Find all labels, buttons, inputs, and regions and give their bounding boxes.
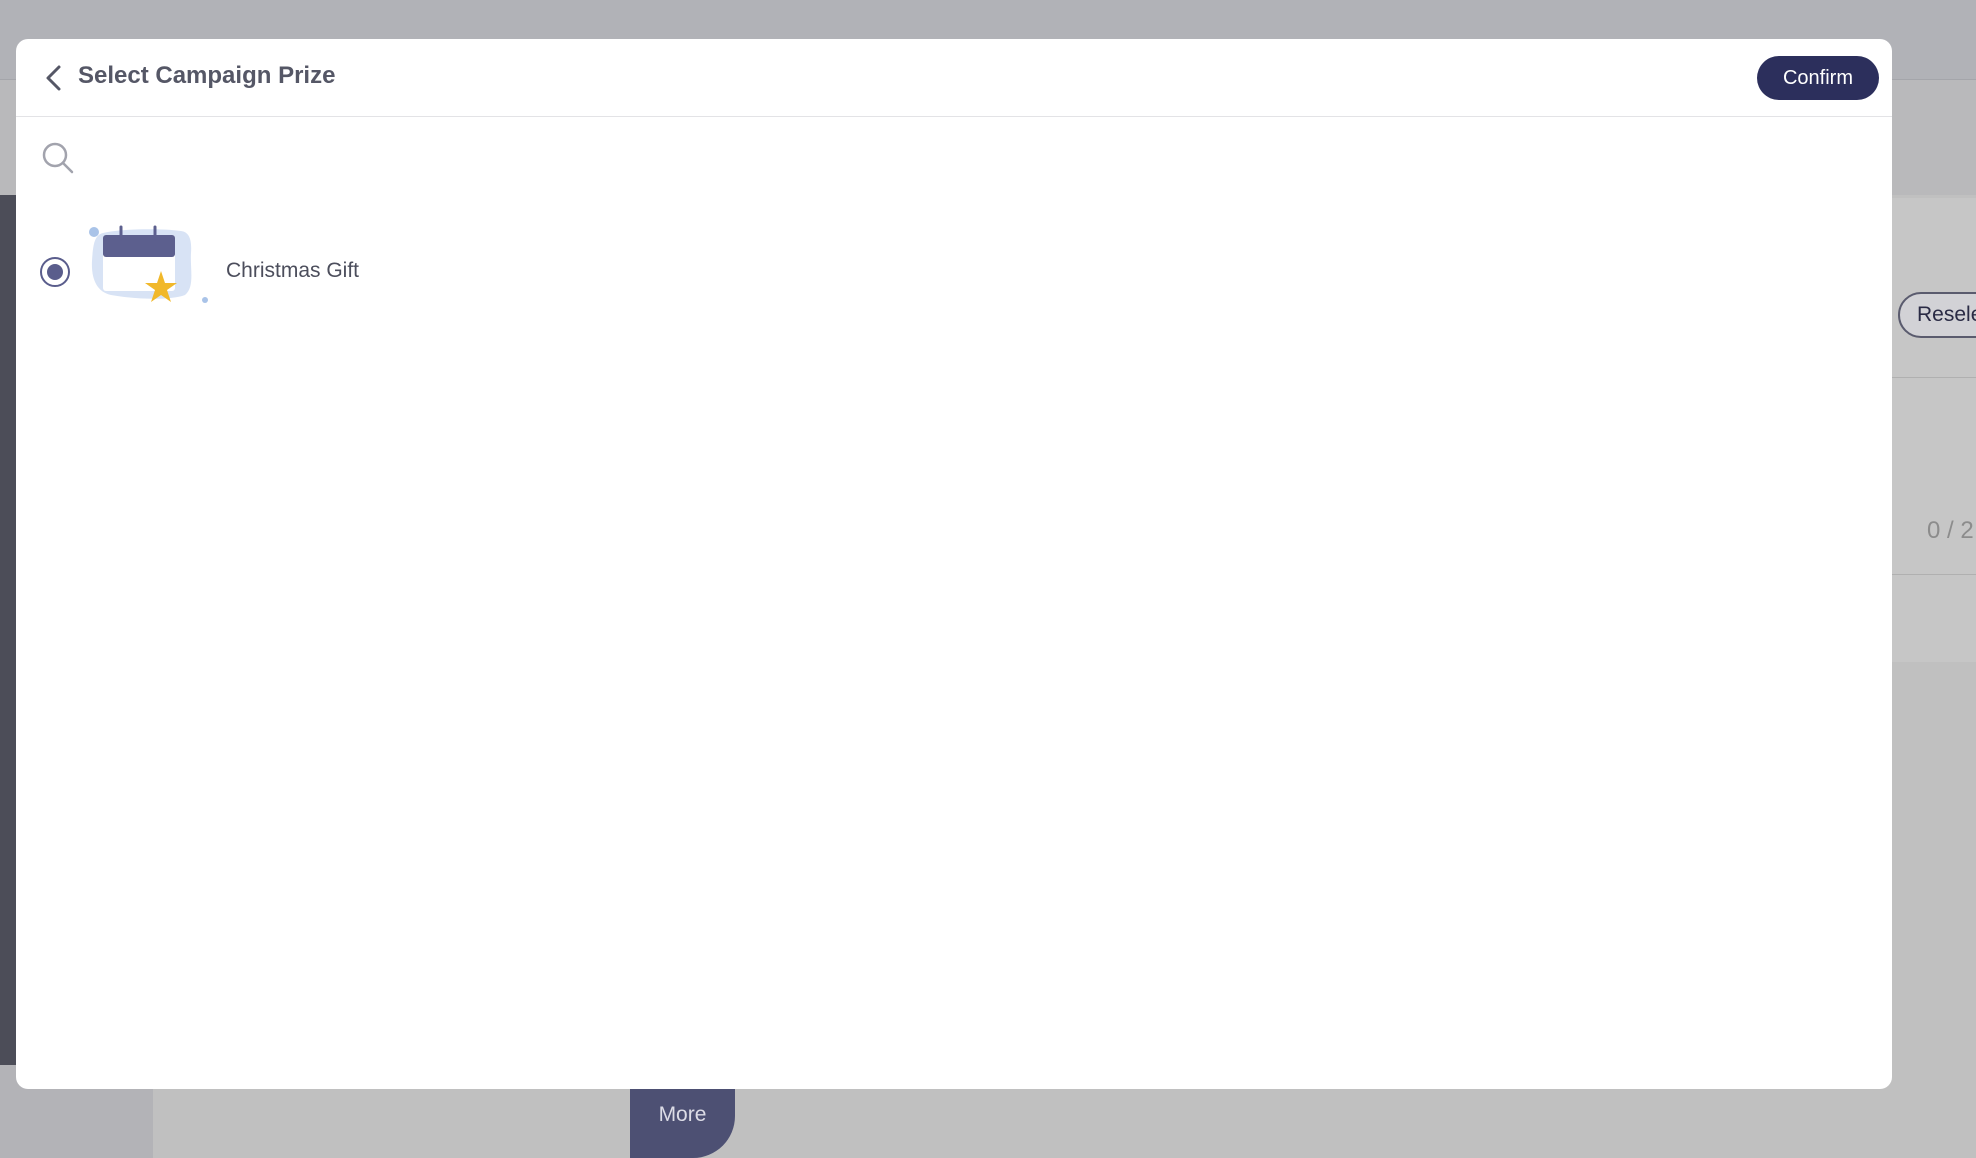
background-card-divider <box>1880 377 1976 378</box>
search-input[interactable] <box>86 137 1586 179</box>
select-prize-modal: Select Campaign Prize Confirm Christmas … <box>16 39 1892 1089</box>
background-card <box>1880 198 1976 662</box>
background-sidebar <box>0 195 16 1065</box>
confirm-button[interactable]: Confirm <box>1757 56 1879 100</box>
back-icon[interactable] <box>40 63 70 93</box>
background-card-divider <box>1880 574 1976 575</box>
reselect-button[interactable]: Reselect <box>1898 292 1976 338</box>
prize-radio[interactable] <box>40 257 70 287</box>
modal-title: Select Campaign Prize <box>78 62 336 89</box>
radio-selected-dot <box>47 264 63 280</box>
search-bar <box>16 117 1892 199</box>
search-icon <box>40 140 76 176</box>
prize-name: Christmas Gift <box>226 259 360 282</box>
prize-list-item[interactable]: Christmas Gift <box>16 225 1892 321</box>
more-button[interactable]: More <box>630 1085 735 1158</box>
calendar-star-icon <box>89 225 213 315</box>
selection-counter: 0 / 2 <box>1927 517 1974 544</box>
modal-header: Select Campaign Prize Confirm <box>16 39 1892 117</box>
